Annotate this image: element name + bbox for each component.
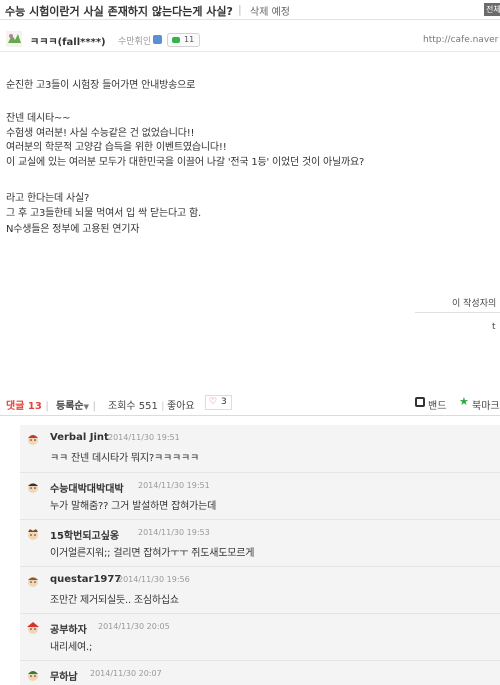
view-count: 조회수 551 | [108,401,165,412]
comment-date: 2014/11/30 19:53 [138,528,210,537]
comment-date: 2014/11/30 19:51 [138,481,210,490]
comment-count-text: 댓글 13 [6,401,42,412]
stats-bar: 댓글 13 | 등록순▼ | 조회수 551 | 좋아요 ♡ 3 밴드 ★ 북마… [0,392,500,416]
comment-date: 2014/11/30 19:51 [108,433,180,442]
avatar-icon [28,483,38,493]
comment-date: 2014/11/30 20:07 [90,669,162,678]
body-line: 라고 한다는데 사실? [6,193,90,204]
author-avatar-icon[interactable] [6,31,22,47]
likes-label: 좋아요 [167,401,195,412]
comment-text: 이거얼른지워;; 걸리면 잡혀가ㅜㅜ 쥐도새도모르게 [50,548,255,559]
corner-tab[interactable]: 전체 [484,3,500,16]
author-nickname[interactable]: ㅋㅋㅋ(fall****) [30,33,106,48]
delete-scheduled-label[interactable]: 삭제 예정 [250,3,290,18]
view-count-text: 조회수 551 [108,401,158,412]
star-icon[interactable]: ★ [459,395,469,408]
band-share-button[interactable]: 밴드 [428,397,446,412]
comment-author[interactable]: 15학번되고싶옹 [50,527,119,542]
footer-mark: t [492,322,496,332]
comment-count-label[interactable]: 댓글 13 | [6,397,49,412]
body-line: 그 후 고3들한테 뇌물 먹여서 입 싹 닫는다고 함. [6,208,201,219]
comment-author[interactable]: questar1977 [50,574,121,585]
comment-date: 2014/11/30 19:56 [118,575,190,584]
avatar-icon [28,671,38,681]
chevron-down-icon: ▼ [83,403,89,411]
avatar-icon [28,529,38,540]
footer-divider [415,312,500,313]
comment-list: Verbal Jint 2014/11/30 19:51 ㅋㅋ 잔넨 데시타가 … [20,425,500,685]
avatar-icon [28,577,38,587]
comment-author[interactable]: 수능대박대박대박 [50,480,124,495]
body-line: N수생들은 정부에 고용된 연기자 [6,224,140,235]
comment-item: 공부하자 2014/11/30 20:05 내리세여.; [20,613,500,659]
comment-author[interactable]: 무하남 [50,668,78,683]
comment-item: Verbal Jint 2014/11/30 19:51 ㅋㅋ 잔넨 데시타가 … [20,425,500,471]
band-icon[interactable] [415,397,425,407]
speech-bubble-icon [172,37,180,43]
avatar-icon [27,622,39,634]
comment-text: 조만간 제거되실듯.. 조심하십쇼 [50,595,179,606]
sort-label: 등록순 [56,401,84,412]
comment-author[interactable]: Verbal Jint [50,432,109,443]
like-button[interactable]: ♡ 3 [205,395,232,410]
body-line: 여러분의 학문적 고양감 습득을 위한 이벤트였습니다!! [6,142,227,153]
comment-author[interactable]: 공부하자 [50,621,87,636]
body-line: 잔넨 데시타~~ [6,113,71,124]
post-url[interactable]: http://cafe.naver [423,35,498,45]
comment-item: 15학번되고싶옹 2014/11/30 19:53 이거얼른지워;; 걸리면 잡… [20,519,500,565]
comment-text: ㅋㅋ 잔넨 데시타가 뭐지?ㅋㅋㅋㅋㅋ [50,453,200,464]
comment-count-chip[interactable]: 11 [167,33,200,47]
comment-item: 수능대박대박대박 2014/11/30 19:51 누가 말해줌?? 그거 발설… [20,472,500,518]
comment-item: 무하남 2014/11/30 20:07 [20,660,500,685]
grade-badge-icon [153,35,162,44]
body-line: 순진한 고3들이 시험장 들어가면 안내방송으로 [6,80,196,91]
avatar-icon [28,435,38,445]
title-separator: | [238,3,242,16]
bookmark-button[interactable]: 북마크 [472,397,500,412]
heart-icon: ♡ [209,397,218,407]
author-grade: 수만휘인 [118,37,152,47]
author-posts-link[interactable]: 이 작성자의 [452,296,496,309]
post-title: 수능 시험이란거 사실 존재하지 않는다는게 사실? [5,5,233,18]
body-line: 이 교실에 있는 여러분 모두가 대한민국을 이끌어 나갈 '전국 1등' 이었… [6,157,365,168]
like-count: 3 [221,397,227,407]
comment-item: questar1977 2014/11/30 19:56 조만간 제거되실듯..… [20,566,500,612]
comment-count: 11 [184,35,195,44]
comment-date: 2014/11/30 20:05 [98,622,170,631]
post-title-bar: 수능 시험이란거 사실 존재하지 않는다는게 사실? | 삭제 예정 전체 [0,0,500,20]
comment-text: 내리세여.; [50,642,93,653]
body-line: 수험생 여러분! 사실 수능같은 건 없었습니다!! [6,128,195,139]
sort-dropdown[interactable]: 등록순▼ | [56,397,96,412]
author-bar: ㅋㅋㅋ(fall****) 수만휘인 11 http://cafe.naver [0,28,500,52]
comment-text: 누가 말해줌?? 그거 발설하면 잡혀가는데 [50,501,217,512]
